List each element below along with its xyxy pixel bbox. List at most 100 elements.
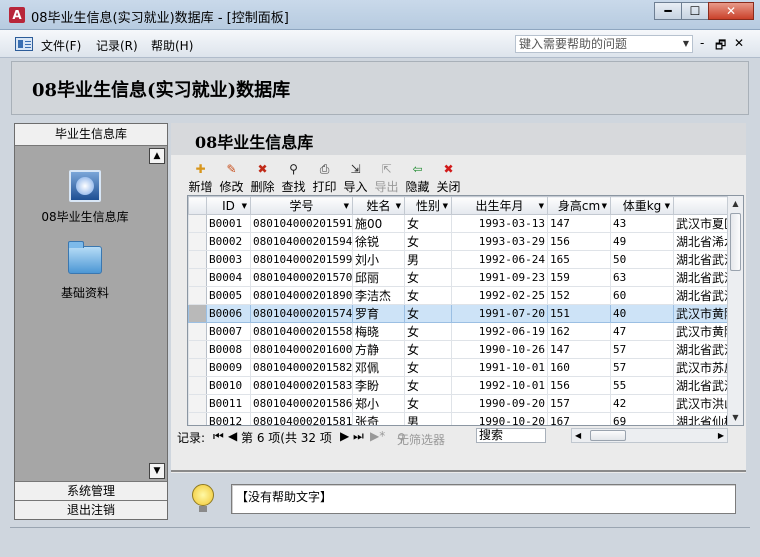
table-cell[interactable]: 男 [404,250,452,269]
table-cell[interactable]: 157 [547,394,611,413]
scroll-thumb[interactable] [590,430,626,441]
table-row[interactable]: B0011 080104000201586 郑小女 1990-09-20 157 42 武汉… [188,394,730,413]
table-cell[interactable]: 167 [547,412,611,425]
table-row[interactable]: B0009 080104000201582 邓佩女 1991-10-01 160 57 武汉… [188,358,730,377]
toolbar-button-4[interactable]: ⎙ 打印 [309,160,340,196]
table-cell[interactable]: 080104000201582 [250,358,353,377]
table-cell[interactable]: 080104000201591 [250,214,353,233]
table-cell[interactable]: 1993-03-13 [451,214,548,233]
table-row[interactable]: B0001 080104000201591 施00 女 1993-03-13 147 43 武… [188,214,730,233]
sidebar-item-logout[interactable]: 退出注销 [15,500,167,519]
table-cell[interactable]: 湖北省浠水县 [673,232,730,251]
toolbar-button-3[interactable]: ⚲ 查找 [278,160,309,196]
scroll-thumb[interactable] [730,213,741,271]
table-row[interactable]: B0002 080104000201594 徐锐女 1993-03-29 156 49 湖北… [188,232,730,251]
table-cell[interactable]: 1992-06-19 [451,322,548,341]
sidebar-item-system[interactable]: 系统管理 [15,481,167,500]
toolbar-button-6[interactable]: ⇱ 导出 [371,160,402,196]
row-selector-header[interactable] [188,196,207,215]
table-cell[interactable]: B0007 [206,322,251,341]
column-header[interactable]: 体重kg ▼ [610,196,674,215]
table-cell[interactable]: 080104000201599 [250,250,353,269]
row-selector[interactable] [188,394,207,413]
toolbar-button-2[interactable]: ✖ 删除 [247,160,278,196]
table-cell[interactable]: 湖北省武汉市 [673,268,730,287]
table-cell[interactable]: 女 [404,340,452,359]
table-cell[interactable]: 女 [404,358,452,377]
table-cell[interactable]: 女 [404,232,452,251]
table-cell[interactable]: 女 [404,214,452,233]
table-cell[interactable]: 武汉市洪山区 [673,394,730,413]
table-cell[interactable]: 施00 [352,214,405,233]
record-position[interactable]: 第 6 项(共 32 项 [241,429,332,446]
column-header[interactable]: ID ▼ [206,196,251,215]
sidebar-item-basic-data[interactable]: 基础资料 [15,241,155,301]
table-cell[interactable]: 080104000201594 [250,232,353,251]
toolbar-button-5[interactable]: ⇲ 导入 [340,160,371,196]
table-cell[interactable]: 43 [610,214,674,233]
next-record-button[interactable]: ▶ [340,429,349,443]
table-cell[interactable]: 张奇 [352,412,405,425]
chevron-down-icon[interactable]: ▼ [683,36,689,52]
scroll-right-icon[interactable]: ▶ [718,429,724,442]
table-cell[interactable]: 42 [610,394,674,413]
table-cell[interactable]: 156 [547,232,611,251]
table-cell[interactable]: 刘小 [352,250,405,269]
table-cell[interactable]: 女 [404,286,452,305]
table-cell[interactable]: 160 [547,358,611,377]
column-header[interactable]: 身高cm ▼ [547,196,611,215]
table-cell[interactable]: 女 [404,304,452,323]
table-cell[interactable]: 156 [547,376,611,395]
table-cell[interactable]: B0006 [206,304,251,323]
table-cell[interactable]: 080104000201890 [250,286,353,305]
form-control-icon[interactable] [15,37,33,51]
table-cell[interactable]: 40 [610,304,674,323]
row-selector[interactable] [188,214,207,233]
row-selector[interactable] [188,358,207,377]
table-cell[interactable]: 1992-10-01 [451,376,548,395]
table-cell[interactable]: 57 [610,340,674,359]
table-cell[interactable]: 080104000201583 [250,376,353,395]
table-cell[interactable]: 1992-02-25 [451,286,548,305]
table-cell[interactable]: 武汉市夏区 [673,214,730,233]
sort-dropdown-icon[interactable]: ▼ [396,202,401,210]
new-record-button[interactable]: ▶* [370,429,385,443]
table-cell[interactable]: 159 [547,268,611,287]
row-selector[interactable] [188,340,207,359]
table-cell[interactable]: 罗育 [352,304,405,323]
row-selector[interactable] [188,286,207,305]
table-cell[interactable]: 151 [547,304,611,323]
table-cell[interactable]: 1993-03-29 [451,232,548,251]
table-cell[interactable]: B0001 [206,214,251,233]
menu-help[interactable]: 帮助(H) [151,37,193,54]
sort-dropdown-icon[interactable]: ▼ [443,202,448,210]
table-row[interactable]: B0003 080104000201599 刘小男 1992-06-24 165 50 湖北… [188,250,730,269]
table-cell[interactable]: 1990-10-20 [451,412,548,425]
table-cell[interactable]: 李盼 [352,376,405,395]
mdi-minimize-button[interactable]: - [700,36,704,50]
last-record-button[interactable]: ⏭ [353,429,364,444]
column-header[interactable] [673,196,730,215]
table-cell[interactable]: 方静 [352,340,405,359]
toolbar-button-7[interactable]: ⇦ 隐藏 [402,160,433,196]
mdi-restore-button[interactable]: 🗗 [715,36,726,57]
table-cell[interactable]: 69 [610,412,674,425]
table-cell[interactable]: 63 [610,268,674,287]
table-cell[interactable]: 50 [610,250,674,269]
table-cell[interactable]: 女 [404,322,452,341]
menu-file[interactable]: 文件(F) [41,37,81,54]
table-cell[interactable]: 47 [610,322,674,341]
table-row[interactable]: B0012 080104000201581 张奇男 1990-10-20 167 69 湖北… [188,412,730,425]
table-row[interactable]: B0006 080104000201574 罗育女 1991-07-20 151 40 武汉… [188,304,730,323]
table-cell[interactable]: 湖北省武汉市 [673,340,730,359]
horizontal-scrollbar[interactable]: ◀ ▶ [571,428,728,443]
sort-dropdown-icon[interactable]: ▼ [665,202,670,210]
table-cell[interactable]: 李洁杰 [352,286,405,305]
sidebar-item-graduates[interactable]: 08毕业生信息库 [15,170,155,225]
table-cell[interactable]: 1991-07-20 [451,304,548,323]
table-cell[interactable]: 080104000201558 [250,322,353,341]
row-selector[interactable] [188,250,207,269]
table-cell[interactable]: 武汉市黄陂区 [673,322,730,341]
row-selector[interactable] [188,322,207,341]
table-cell[interactable]: 女 [404,268,452,287]
